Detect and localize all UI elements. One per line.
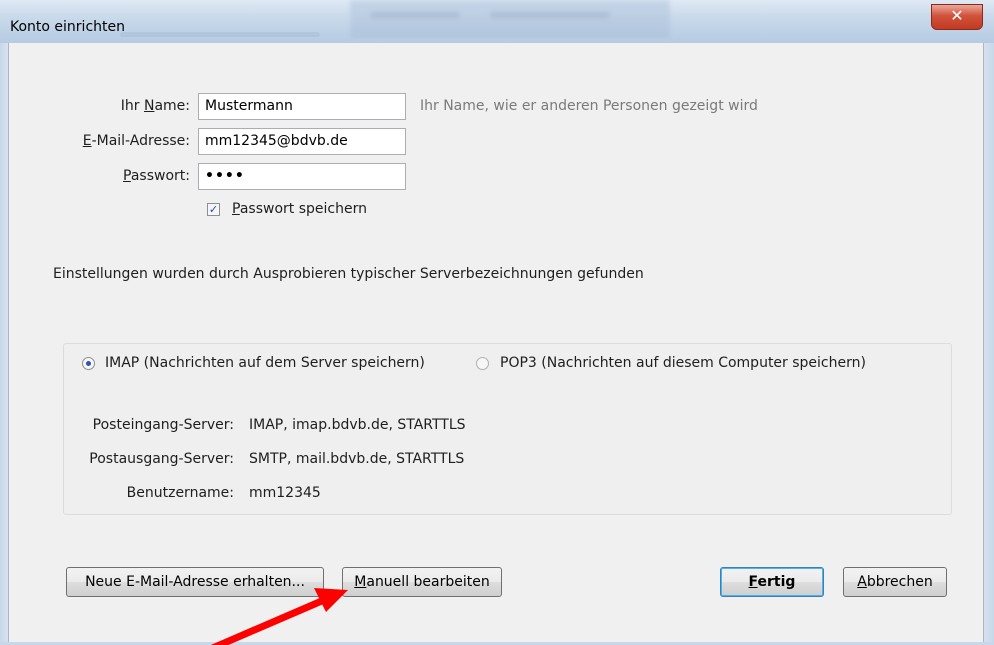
username-label: Benutzername: — [126, 485, 234, 501]
password-label: Passwort: — [123, 168, 190, 184]
pop3-label[interactable]: POP3 (Nachrichten auf diesem Computer sp… — [500, 355, 866, 371]
password-field[interactable]: •••• — [198, 163, 406, 190]
check-icon: ✓ — [208, 203, 219, 216]
close-icon: ✕ — [950, 6, 964, 25]
name-label: Ihr Name: — [120, 98, 190, 114]
radio-icon — [86, 361, 91, 366]
new-email-button[interactable]: Neue E-Mail-Adresse erhalten... — [66, 567, 324, 597]
username-value: mm12345 — [249, 485, 321, 501]
email-field[interactable]: mm12345@bdvb.de — [198, 128, 406, 155]
save-password-label: Passwort speichern — [232, 201, 367, 217]
imap-radio[interactable] — [82, 357, 95, 370]
title-bar: Konto einrichten ✕ — [0, 0, 994, 43]
manual-edit-button[interactable]: Manuell bearbeiten — [342, 567, 502, 597]
outgoing-server-label: Postausgang-Server: — [89, 451, 234, 467]
done-button[interactable]: Fertig — [720, 567, 824, 597]
info-text: Einstellungen wurden durch Ausprobieren … — [53, 266, 644, 282]
incoming-server-value: IMAP, imap.bdvb.de, STARTTLS — [249, 417, 466, 433]
window-frame-right — [984, 43, 994, 645]
name-hint: Ihr Name, wie er anderen Personen gezeig… — [420, 98, 758, 114]
cancel-button[interactable]: Abbrechen — [843, 567, 947, 597]
imap-label[interactable]: IMAP (Nachrichten auf dem Server speiche… — [105, 355, 425, 371]
name-field[interactable]: Mustermann — [198, 93, 406, 120]
email-label: E-Mail-Adresse: — [82, 133, 190, 149]
close-button[interactable]: ✕ — [931, 4, 983, 30]
window-title: Konto einrichten — [10, 19, 125, 35]
background-window-blur — [350, 0, 670, 38]
window-frame-left — [0, 43, 8, 645]
incoming-server-label: Posteingang-Server: — [92, 417, 234, 433]
save-password-checkbox[interactable]: ✓ — [207, 203, 220, 216]
pop3-radio[interactable] — [476, 357, 489, 370]
outgoing-server-value: SMTP, mail.bdvb.de, STARTTLS — [249, 451, 465, 467]
